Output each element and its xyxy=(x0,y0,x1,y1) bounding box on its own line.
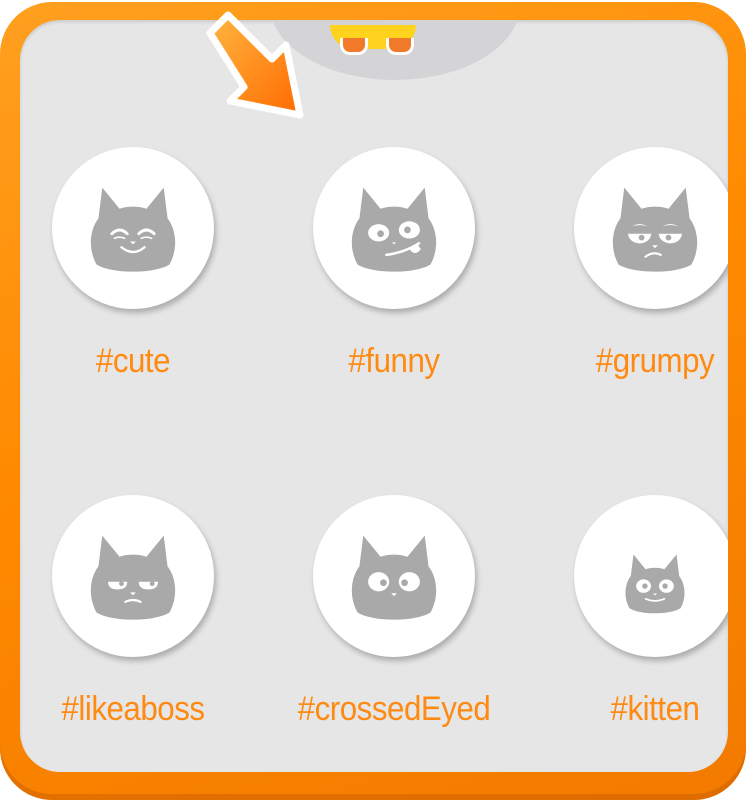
mood-tile-kitten[interactable]: #kitten xyxy=(535,495,728,772)
cat-likeaboss-icon[interactable] xyxy=(52,495,214,657)
mood-label-funny[interactable]: #funny xyxy=(284,342,505,381)
mood-tile-funny[interactable]: #funny xyxy=(274,147,514,447)
mood-tile-likeaboss[interactable]: #likeaboss xyxy=(20,495,253,772)
mood-label-likeaboss[interactable]: #likeaboss xyxy=(23,690,244,729)
mood-label-cute[interactable]: #cute xyxy=(23,342,244,381)
avatar-eye-left xyxy=(340,38,368,55)
cat-cute-icon[interactable] xyxy=(52,147,214,309)
mood-label-kitten[interactable]: #kitten xyxy=(545,690,728,729)
mood-tile-crossed-eyed[interactable]: #crossedEyed xyxy=(274,495,514,772)
arrow-down-right-icon xyxy=(206,11,304,119)
mood-panel: #cute #funny #grumpy #likeaboss #crossed… xyxy=(20,20,728,772)
mood-picker-screen: #cute #funny #grumpy #likeaboss #crossed… xyxy=(0,0,746,804)
cat-grumpy-icon[interactable] xyxy=(574,147,728,309)
mood-label-grumpy[interactable]: #grumpy xyxy=(545,342,728,381)
cat-funny-icon[interactable] xyxy=(313,147,475,309)
mood-label-crossed-eyed[interactable]: #crossedEyed xyxy=(284,690,505,729)
cat-crossed-eyed-icon[interactable] xyxy=(313,495,475,657)
mood-tile-grumpy[interactable]: #grumpy xyxy=(535,147,728,447)
cat-kitten-icon[interactable] xyxy=(574,495,728,657)
avatar-eye-right xyxy=(386,38,414,55)
mood-tile-cute[interactable]: #cute xyxy=(20,147,253,447)
